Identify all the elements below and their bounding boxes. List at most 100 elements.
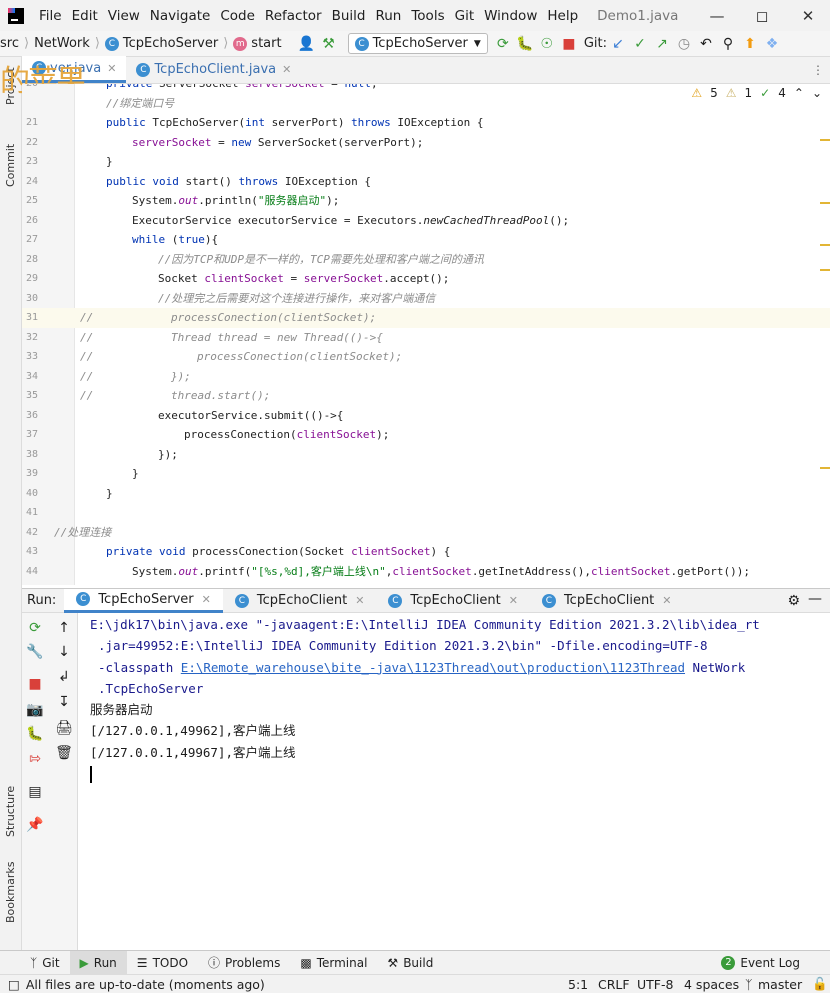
line-number: 40	[25, 487, 38, 499]
rollback-icon[interactable]: ↶	[695, 36, 717, 52]
menu-navigate[interactable]: Navigate	[145, 8, 216, 24]
console-line: .TcpEchoServer	[98, 680, 204, 696]
run-tab-tcpechoclient-2[interactable]: C TcpEchoClient ✕	[376, 589, 530, 613]
inspections-widget[interactable]: ⚠ 5 ⚠ 1 ✓ 4 ⌃ ⌄	[691, 86, 822, 100]
line-separator[interactable]: CRLF	[598, 977, 630, 992]
file-encoding[interactable]: UTF-8	[637, 977, 673, 992]
pin-icon[interactable]: 📌	[26, 816, 44, 834]
user-icon[interactable]: 👤	[296, 36, 318, 52]
settings-logo-icon[interactable]: ❖	[761, 36, 783, 52]
bookmarks-tool-label[interactable]: Bookmarks	[4, 862, 17, 923]
history-icon[interactable]: ◷	[673, 36, 695, 52]
exit-icon[interactable]: ⇰	[26, 750, 44, 768]
menu-code[interactable]: Code	[215, 8, 260, 24]
run-tab-label: TcpEchoClient	[410, 593, 501, 608]
run-tab-tcpechoserver[interactable]: C TcpEchoServer ✕	[64, 588, 223, 613]
lock-icon[interactable]: 🔓	[812, 976, 828, 992]
tab-list-icon[interactable]: ⋮	[812, 63, 824, 77]
soft-wrap-icon[interactable]: ↲	[55, 668, 73, 686]
code-line: 34 //});	[22, 367, 830, 387]
menu-git[interactable]: Git	[450, 8, 480, 24]
close-tab-icon[interactable]: ✕	[107, 62, 116, 75]
gear-icon[interactable]: ⚙	[787, 593, 800, 609]
git-commit-icon[interactable]: ✓	[629, 36, 651, 52]
tool-tab-problems[interactable]: ⓘ Problems	[198, 951, 290, 975]
comment-marker: //	[80, 369, 94, 383]
menu-run[interactable]: Run	[370, 8, 406, 24]
class-icon: C	[354, 36, 369, 51]
menu-edit[interactable]: Edit	[67, 8, 103, 24]
tool-tab-build[interactable]: ⚒ Build	[377, 951, 443, 975]
tool-tab-run[interactable]: ▶ Run	[69, 950, 127, 975]
classpath-link[interactable]: E:\Remote_warehouse\bite_-java\1123Threa…	[181, 660, 685, 675]
minimize-icon[interactable]: —	[695, 0, 739, 31]
git-branch[interactable]: master	[758, 977, 802, 992]
chevron-up-icon[interactable]: ⌃	[794, 86, 804, 100]
search-icon[interactable]: ⚲	[717, 36, 739, 52]
close-tab-icon[interactable]: ✕	[202, 593, 211, 606]
menu-file[interactable]: File	[34, 8, 67, 24]
rerun-icon[interactable]: ⟳	[492, 36, 514, 52]
indent-setting[interactable]: 4 spaces	[684, 977, 739, 992]
close-tab-icon[interactable]: ✕	[662, 594, 671, 607]
class-icon: C	[234, 593, 249, 608]
tab-label: TcpEchoClient.java	[154, 62, 277, 77]
intellij-logo-icon	[8, 7, 24, 24]
run-tab-tcpechoclient-3[interactable]: C TcpEchoClient ✕	[530, 589, 684, 613]
arrow-up-icon[interactable]: ↑	[55, 619, 73, 637]
trash-icon[interactable]: 🗑	[55, 744, 73, 762]
menu-tools[interactable]: Tools	[406, 8, 449, 24]
terminal-icon: ▩	[300, 955, 312, 970]
menu-help[interactable]: Help	[542, 8, 583, 24]
stop-icon[interactable]: ■	[26, 675, 44, 693]
camera-icon[interactable]: 📷	[26, 701, 44, 719]
chevron-right-icon: ⟩	[23, 36, 30, 51]
arrow-down-icon[interactable]: ↓	[55, 643, 73, 661]
tool-tab-git[interactable]: ᛉ Git	[20, 951, 70, 975]
build-hammer-icon[interactable]: ⚒	[318, 36, 340, 52]
menu-window[interactable]: Window	[479, 8, 542, 24]
breadcrumb-network[interactable]: NetWork	[34, 36, 90, 51]
chevron-down-icon[interactable]: ⌄	[812, 86, 822, 100]
coverage-icon[interactable]: ☉	[536, 36, 558, 52]
rerun-icon[interactable]: ⟳	[26, 619, 44, 637]
menu-refactor[interactable]: Refactor	[260, 8, 327, 24]
code-text: //绑定端口号	[106, 96, 175, 110]
layout-icon[interactable]: ▤	[26, 783, 44, 801]
git-push-icon[interactable]: ↗	[651, 36, 673, 52]
wrench-icon[interactable]: 🔧	[26, 643, 44, 661]
close-tab-icon[interactable]: ✕	[282, 63, 291, 76]
console-output[interactable]: E:\jdk17\bin\java.exe "-javaagent:E:\Int…	[90, 614, 825, 784]
close-icon[interactable]: ✕	[786, 0, 830, 31]
code-editor[interactable]: 20 private ServerSocket serverSocket = nu…	[22, 84, 830, 585]
close-tab-icon[interactable]: ✕	[355, 594, 364, 607]
menu-build[interactable]: Build	[327, 8, 371, 24]
run-config-select[interactable]: C TcpEchoServer ▼	[347, 33, 488, 54]
debug-icon[interactable]: 🐛	[26, 725, 44, 743]
breadcrumb-src[interactable]: src	[0, 36, 19, 51]
line-number: 34	[25, 370, 38, 382]
scroll-to-end-icon[interactable]: ↧	[55, 693, 73, 711]
menu-view[interactable]: View	[103, 8, 145, 24]
git-update-icon[interactable]: ↙	[607, 36, 629, 52]
status-square-icon[interactable]: □	[8, 977, 20, 992]
structure-tool-label[interactable]: Structure	[4, 786, 17, 837]
event-log-button[interactable]: 2 Event Log	[711, 951, 810, 975]
breadcrumb-class[interactable]: TcpEchoServer	[123, 36, 218, 51]
tab-tcpechoclient[interactable]: C TcpEchoClient.java ✕	[126, 56, 301, 83]
commit-tool-label[interactable]: Commit	[4, 144, 17, 187]
close-tab-icon[interactable]: ✕	[509, 594, 518, 607]
breadcrumb-method[interactable]: start	[251, 36, 281, 51]
debug-icon[interactable]: 🐛	[514, 36, 536, 52]
maximize-icon[interactable]: ◻	[740, 0, 784, 31]
hide-panel-icon[interactable]: —	[808, 591, 822, 607]
tool-tab-terminal[interactable]: ▩ Terminal	[290, 951, 377, 975]
run-tab-tcpechoclient-1[interactable]: C TcpEchoClient ✕	[223, 589, 377, 613]
print-icon[interactable]: 🖨	[55, 719, 73, 737]
tool-tab-todo[interactable]: ☰ TODO	[127, 951, 198, 975]
code-text: serverSocket = new ServerSocket(serverPo…	[132, 135, 424, 149]
caret-position[interactable]: 5:1	[568, 977, 588, 992]
update-icon[interactable]: ⬆	[739, 36, 761, 52]
editor-tabs: C ver.java ✕ C TcpEchoClient.java ✕ ⋮	[22, 56, 830, 84]
stop-icon[interactable]: ■	[558, 36, 580, 52]
